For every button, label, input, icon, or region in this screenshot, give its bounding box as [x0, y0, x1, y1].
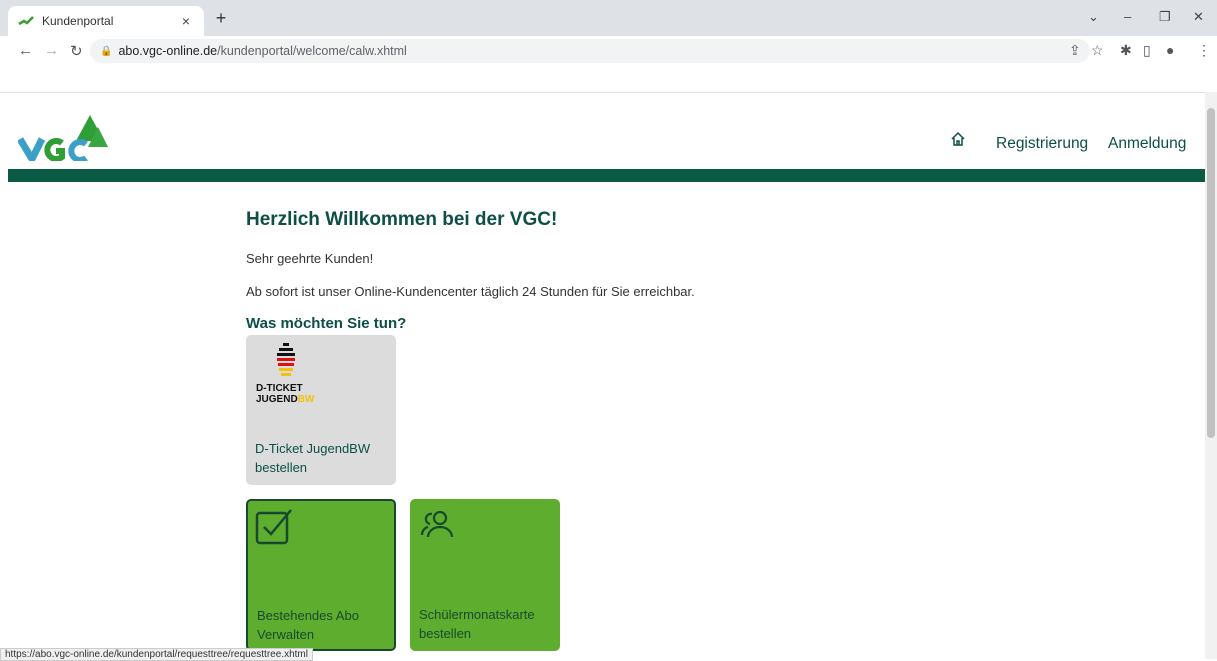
- nav-registrierung[interactable]: Registrierung: [996, 135, 1088, 153]
- tile-label-line1: D-Ticket JugendBW: [255, 441, 371, 456]
- scrollbar-thumb[interactable]: [1207, 108, 1215, 438]
- window-close-icon[interactable]: ✕: [1193, 9, 1204, 25]
- bookmark-star-icon[interactable]: ☆: [1091, 42, 1104, 59]
- header-divider-bar: [8, 169, 1205, 182]
- browser-tab[interactable]: Kundenportal ×: [8, 6, 204, 36]
- tab-title: Kundenportal: [42, 14, 114, 28]
- browser-tab-bar: Kundenportal × + ⌄ – ❐ ✕: [0, 0, 1217, 36]
- share-icon[interactable]: ⇪: [1069, 42, 1081, 59]
- users-icon: [420, 510, 454, 538]
- tab-search-icon[interactable]: ⌄: [1088, 9, 1099, 25]
- url-host: abo.vgc-online.de: [118, 44, 218, 58]
- tab-close-icon[interactable]: ×: [178, 13, 194, 29]
- maximize-icon[interactable]: ❐: [1159, 9, 1171, 25]
- back-icon[interactable]: ←: [18, 42, 33, 59]
- d-ticket-logo-suffix: BW: [297, 394, 315, 405]
- greeting-text: Sehr geehrte Kunden!: [246, 251, 374, 266]
- new-tab-button[interactable]: +: [211, 9, 231, 29]
- d-ticket-logo-icon: [277, 343, 295, 376]
- d-ticket-logo-line2: JUGEND: [256, 394, 298, 405]
- address-bar-row: ← → ↻ 🔒 abo.vgc-online.de/kundenportal/w…: [0, 36, 1217, 66]
- tile-label-d-ticket: D-Ticket JugendBW bestellen: [255, 439, 370, 477]
- side-panel-icon[interactable]: ▯: [1143, 42, 1151, 59]
- tile-label-line2: bestellen: [419, 626, 472, 641]
- url-field[interactable]: 🔒 abo.vgc-online.de/kundenportal/welcome…: [90, 39, 1090, 63]
- home-icon[interactable]: [950, 131, 966, 147]
- tile-label-student: Schülermonatskarte bestellen: [419, 605, 535, 643]
- tile-d-ticket[interactable]: D-TICKET JUGENDBW D-Ticket JugendBW best…: [246, 335, 396, 485]
- page-title: Herzlich Willkommen bei der VGC!: [246, 209, 558, 230]
- menu-icon[interactable]: ⋮: [1197, 42, 1211, 59]
- url-path: /kundenportal/welcome/calw.xhtml: [217, 44, 407, 58]
- checkbox-icon: [255, 509, 292, 545]
- tile-label-line2: Verwalten: [257, 627, 315, 642]
- status-bar-url: https://abo.vgc-online.de/kundenportal/r…: [0, 648, 313, 661]
- favicon-icon: [18, 16, 34, 26]
- forward-icon[interactable]: →: [44, 42, 59, 59]
- tile-label-line1: Bestehendes Abo: [257, 608, 359, 623]
- tile-label-line1: Schülermonatskarte: [419, 607, 535, 622]
- tile-label-manage: Bestehendes Abo Verwalten: [257, 606, 359, 644]
- page: Registrierung Anmeldung Herzlich Willkom…: [0, 92, 1205, 651]
- section-heading: Was möchten Sie tun?: [246, 315, 407, 332]
- tile-student-ticket[interactable]: Schülermonatskarte bestellen: [410, 499, 560, 651]
- tile-manage-subscription[interactable]: Bestehendes Abo Verwalten: [246, 499, 396, 651]
- minimize-icon[interactable]: –: [1124, 9, 1131, 24]
- main-content: Herzlich Willkommen bei der VGC! Sehr ge…: [246, 209, 695, 651]
- lock-icon: 🔒: [100, 45, 113, 57]
- tile-label-line2: bestellen: [255, 460, 308, 475]
- reload-icon[interactable]: ↻: [70, 42, 83, 60]
- extensions-icon[interactable]: ✱: [1120, 42, 1132, 59]
- vgc-logo[interactable]: [18, 111, 110, 161]
- nav-anmeldung[interactable]: Anmeldung: [1108, 135, 1186, 153]
- intro-text: Ab sofort ist unser Online-Kundencenter …: [246, 284, 695, 299]
- profile-icon[interactable]: ●: [1166, 42, 1174, 58]
- d-ticket-logo-line1: D-TICKET: [256, 383, 303, 394]
